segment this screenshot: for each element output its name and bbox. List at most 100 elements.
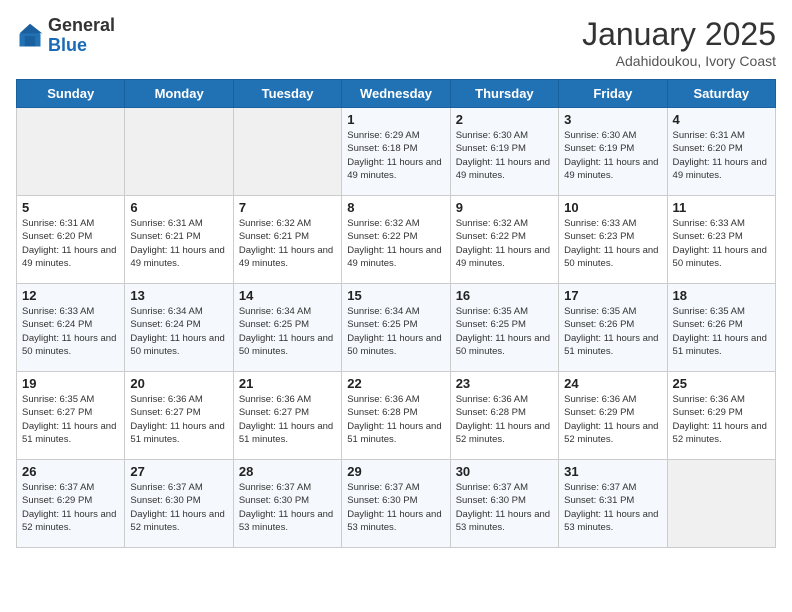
- calendar-cell: 7 Sunrise: 6:32 AMSunset: 6:21 PMDaylight…: [233, 196, 341, 284]
- day-number: 5: [22, 200, 119, 215]
- calendar-cell: 18 Sunrise: 6:35 AMSunset: 6:26 PMDayligh…: [667, 284, 775, 372]
- day-info: Sunrise: 6:36 AMSunset: 6:28 PMDaylight:…: [347, 393, 444, 446]
- day-number: 9: [456, 200, 553, 215]
- calendar-cell: 2 Sunrise: 6:30 AMSunset: 6:19 PMDaylight…: [450, 108, 558, 196]
- day-info: Sunrise: 6:31 AMSunset: 6:21 PMDaylight:…: [130, 217, 227, 270]
- calendar-cell: 12Sunrise: 6:33 AMSunset: 6:24 PMDayligh…: [17, 284, 125, 372]
- calendar-week-row: 12Sunrise: 6:33 AMSunset: 6:24 PMDayligh…: [17, 284, 776, 372]
- calendar-week-row: 26Sunrise: 6:37 AMSunset: 6:29 PMDayligh…: [17, 460, 776, 548]
- day-info: Sunrise: 6:33 AMSunset: 6:23 PMDaylight:…: [673, 217, 770, 270]
- day-number: 15: [347, 288, 444, 303]
- calendar-cell: 19 Sunrise: 6:35 AMSunset: 6:27 PMDayligh…: [17, 372, 125, 460]
- logo-text: General Blue: [48, 16, 115, 56]
- calendar-header-monday: Monday: [125, 80, 233, 108]
- calendar-cell: 27 Sunrise: 6:37 AMSunset: 6:30 PMDayligh…: [125, 460, 233, 548]
- month-title: January 2025: [582, 16, 776, 53]
- day-info: Sunrise: 6:35 AMSunset: 6:27 PMDaylight:…: [22, 393, 119, 446]
- calendar-cell: 11 Sunrise: 6:33 AMSunset: 6:23 PMDayligh…: [667, 196, 775, 284]
- day-info: Sunrise: 6:34 AMSunset: 6:24 PMDaylight:…: [130, 305, 227, 358]
- logo-general: General: [48, 15, 115, 35]
- day-info: Sunrise: 6:33 AMSunset: 6:23 PMDaylight:…: [564, 217, 661, 270]
- calendar-week-row: 5 Sunrise: 6:31 AMSunset: 6:20 PMDaylight…: [17, 196, 776, 284]
- day-number: 1: [347, 112, 444, 127]
- calendar-week-row: 1Sunrise: 6:29 AMSunset: 6:18 PMDaylight…: [17, 108, 776, 196]
- day-number: 7: [239, 200, 336, 215]
- day-number: 31: [564, 464, 661, 479]
- day-number: 23: [456, 376, 553, 391]
- day-info: Sunrise: 6:37 AMSunset: 6:30 PMDaylight:…: [347, 481, 444, 534]
- calendar-header-thursday: Thursday: [450, 80, 558, 108]
- day-info: Sunrise: 6:31 AMSunset: 6:20 PMDaylight:…: [22, 217, 119, 270]
- day-number: 25: [673, 376, 770, 391]
- day-info: Sunrise: 6:36 AMSunset: 6:28 PMDaylight:…: [456, 393, 553, 446]
- calendar-header-sunday: Sunday: [17, 80, 125, 108]
- day-info: Sunrise: 6:30 AMSunset: 6:19 PMDaylight:…: [456, 129, 553, 182]
- calendar-cell: 1Sunrise: 6:29 AMSunset: 6:18 PMDaylight…: [342, 108, 450, 196]
- day-info: Sunrise: 6:32 AMSunset: 6:22 PMDaylight:…: [456, 217, 553, 270]
- day-info: Sunrise: 6:37 AMSunset: 6:30 PMDaylight:…: [456, 481, 553, 534]
- day-number: 19: [22, 376, 119, 391]
- day-number: 26: [22, 464, 119, 479]
- day-info: Sunrise: 6:37 AMSunset: 6:30 PMDaylight:…: [130, 481, 227, 534]
- calendar-cell: 16 Sunrise: 6:35 AMSunset: 6:25 PMDayligh…: [450, 284, 558, 372]
- calendar-cell: 15 Sunrise: 6:34 AMSunset: 6:25 PMDayligh…: [342, 284, 450, 372]
- calendar-cell: 3Sunrise: 6:30 AMSunset: 6:19 PMDaylight…: [559, 108, 667, 196]
- calendar-cell: 30Sunrise: 6:37 AMSunset: 6:30 PMDayligh…: [450, 460, 558, 548]
- day-number: 22: [347, 376, 444, 391]
- day-info: Sunrise: 6:37 AMSunset: 6:31 PMDaylight:…: [564, 481, 661, 534]
- logo: General Blue: [16, 16, 115, 56]
- calendar-cell: 23 Sunrise: 6:36 AMSunset: 6:28 PMDayligh…: [450, 372, 558, 460]
- calendar-cell: 13 Sunrise: 6:34 AMSunset: 6:24 PMDayligh…: [125, 284, 233, 372]
- day-number: 8: [347, 200, 444, 215]
- calendar-cell: 14 Sunrise: 6:34 AMSunset: 6:25 PMDayligh…: [233, 284, 341, 372]
- title-block: January 2025 Adahidoukou, Ivory Coast: [582, 16, 776, 69]
- calendar-cell: [233, 108, 341, 196]
- calendar-cell: 29 Sunrise: 6:37 AMSunset: 6:30 PMDayligh…: [342, 460, 450, 548]
- calendar-cell: 22 Sunrise: 6:36 AMSunset: 6:28 PMDayligh…: [342, 372, 450, 460]
- calendar-header-saturday: Saturday: [667, 80, 775, 108]
- calendar-table: SundayMondayTuesdayWednesdayThursdayFrid…: [16, 79, 776, 548]
- day-info: Sunrise: 6:34 AMSunset: 6:25 PMDaylight:…: [239, 305, 336, 358]
- calendar-cell: 6 Sunrise: 6:31 AMSunset: 6:21 PMDaylight…: [125, 196, 233, 284]
- day-info: Sunrise: 6:34 AMSunset: 6:25 PMDaylight:…: [347, 305, 444, 358]
- day-number: 17: [564, 288, 661, 303]
- day-info: Sunrise: 6:35 AMSunset: 6:26 PMDaylight:…: [673, 305, 770, 358]
- day-info: Sunrise: 6:35 AMSunset: 6:25 PMDaylight:…: [456, 305, 553, 358]
- day-number: 13: [130, 288, 227, 303]
- calendar-cell: 20Sunrise: 6:36 AMSunset: 6:27 PMDayligh…: [125, 372, 233, 460]
- day-info: Sunrise: 6:36 AMSunset: 6:29 PMDaylight:…: [673, 393, 770, 446]
- day-number: 2: [456, 112, 553, 127]
- calendar-cell: 25 Sunrise: 6:36 AMSunset: 6:29 PMDayligh…: [667, 372, 775, 460]
- day-number: 24: [564, 376, 661, 391]
- day-number: 18: [673, 288, 770, 303]
- day-info: Sunrise: 6:37 AMSunset: 6:30 PMDaylight:…: [239, 481, 336, 534]
- calendar-cell: [125, 108, 233, 196]
- day-number: 4: [673, 112, 770, 127]
- calendar-cell: 31 Sunrise: 6:37 AMSunset: 6:31 PMDayligh…: [559, 460, 667, 548]
- day-info: Sunrise: 6:36 AMSunset: 6:27 PMDaylight:…: [239, 393, 336, 446]
- day-number: 11: [673, 200, 770, 215]
- day-number: 27: [130, 464, 227, 479]
- day-number: 6: [130, 200, 227, 215]
- day-number: 14: [239, 288, 336, 303]
- calendar-cell: 17 Sunrise: 6:35 AMSunset: 6:26 PMDayligh…: [559, 284, 667, 372]
- calendar-header-wednesday: Wednesday: [342, 80, 450, 108]
- calendar-header-tuesday: Tuesday: [233, 80, 341, 108]
- calendar-cell: 8Sunrise: 6:32 AMSunset: 6:22 PMDaylight…: [342, 196, 450, 284]
- calendar-page: General Blue January 2025 Adahidoukou, I…: [0, 0, 792, 564]
- day-info: Sunrise: 6:31 AMSunset: 6:20 PMDaylight:…: [673, 129, 770, 182]
- day-info: Sunrise: 6:33 AMSunset: 6:24 PMDaylight:…: [22, 305, 119, 358]
- day-number: 29: [347, 464, 444, 479]
- day-info: Sunrise: 6:32 AMSunset: 6:21 PMDaylight:…: [239, 217, 336, 270]
- day-number: 16: [456, 288, 553, 303]
- calendar-cell: 21Sunrise: 6:36 AMSunset: 6:27 PMDayligh…: [233, 372, 341, 460]
- day-info: Sunrise: 6:36 AMSunset: 6:27 PMDaylight:…: [130, 393, 227, 446]
- day-info: Sunrise: 6:35 AMSunset: 6:26 PMDaylight:…: [564, 305, 661, 358]
- calendar-week-row: 19 Sunrise: 6:35 AMSunset: 6:27 PMDayligh…: [17, 372, 776, 460]
- calendar-cell: 10 Sunrise: 6:33 AMSunset: 6:23 PMDayligh…: [559, 196, 667, 284]
- calendar-cell: 5 Sunrise: 6:31 AMSunset: 6:20 PMDaylight…: [17, 196, 125, 284]
- day-number: 10: [564, 200, 661, 215]
- day-number: 28: [239, 464, 336, 479]
- logo-blue: Blue: [48, 35, 87, 55]
- calendar-cell: [17, 108, 125, 196]
